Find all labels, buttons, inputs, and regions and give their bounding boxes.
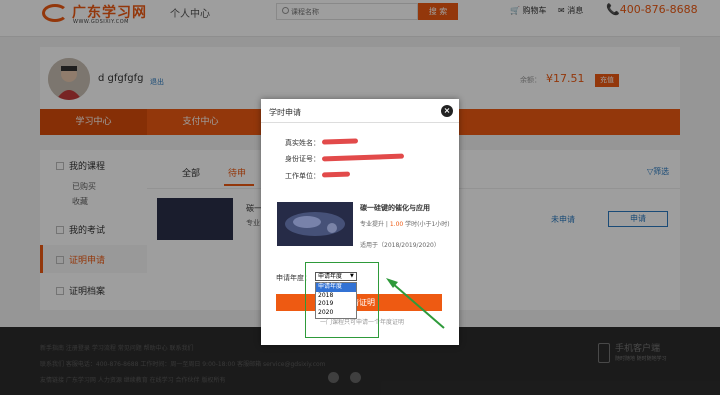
- id-number-label: 身份证号：: [285, 155, 320, 163]
- modal-course-info: 专业提升 | 1.00 学时(小于1小时): [360, 220, 450, 229]
- modal-divider: [261, 122, 459, 123]
- modal-course-thumbnail: [277, 202, 353, 246]
- redacted-work-unit: [321, 171, 351, 178]
- course-type: 专业提升 |: [360, 221, 388, 228]
- highlight-box: [305, 262, 379, 338]
- course-hours-text: 学时(小于1小时): [405, 221, 450, 228]
- applicable-years: 适用于（2018/2019/2020）: [360, 242, 440, 249]
- modal-title: 学时申请: [269, 108, 301, 117]
- course-hours: 1.00: [389, 221, 404, 228]
- work-unit-label: 工作单位：: [285, 172, 320, 180]
- close-icon[interactable]: ×: [441, 105, 453, 117]
- modal-course-title: 碳一硅键的催化与应用: [360, 204, 430, 212]
- real-name-label: 真实姓名：: [285, 139, 320, 147]
